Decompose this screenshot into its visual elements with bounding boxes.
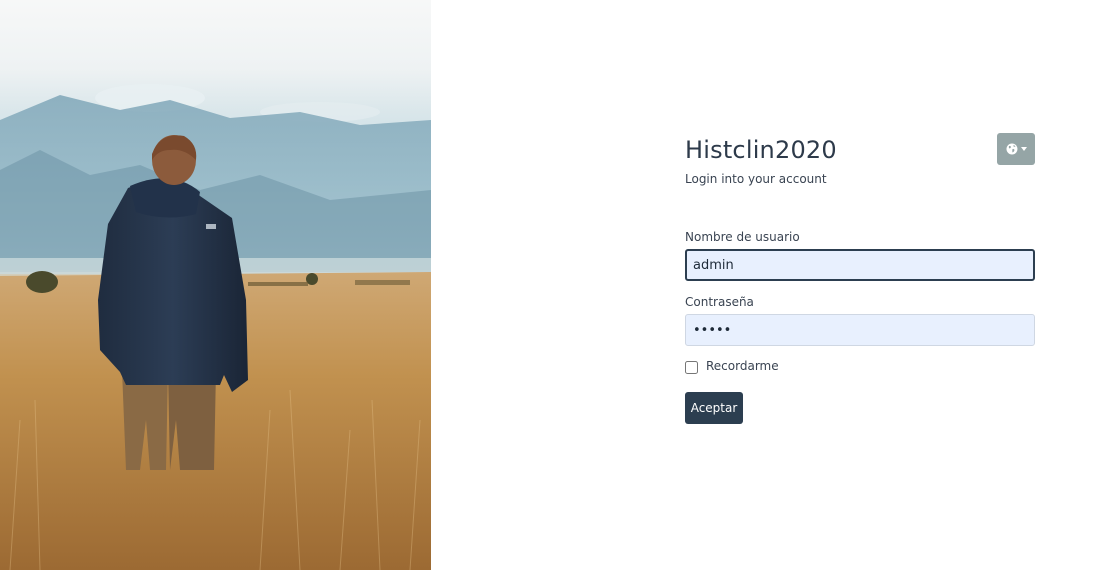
password-label: Contraseña <box>685 295 754 309</box>
language-dropdown-button[interactable] <box>997 133 1035 165</box>
landscape-illustration <box>0 84 431 570</box>
caret-down-icon <box>1020 147 1027 151</box>
username-input[interactable] <box>685 249 1035 281</box>
login-subtitle: Login into your account <box>685 172 827 186</box>
remember-row: Recordarme <box>685 358 1035 374</box>
login-panel: Histclin2020 Login into your account Nom… <box>685 132 1035 424</box>
brand-row: Histclin2020 <box>685 132 1035 168</box>
app-title: Histclin2020 <box>685 136 837 164</box>
remember-label[interactable]: Recordarme <box>706 359 779 373</box>
remember-checkbox[interactable] <box>685 361 698 374</box>
hero-image <box>0 0 431 570</box>
login-page: Histclin2020 Login into your account Nom… <box>0 0 1099 570</box>
globe-icon <box>1006 143 1017 155</box>
username-label: Nombre de usuario <box>685 230 800 244</box>
submit-button[interactable]: Aceptar <box>685 392 743 424</box>
password-input[interactable] <box>685 314 1035 346</box>
